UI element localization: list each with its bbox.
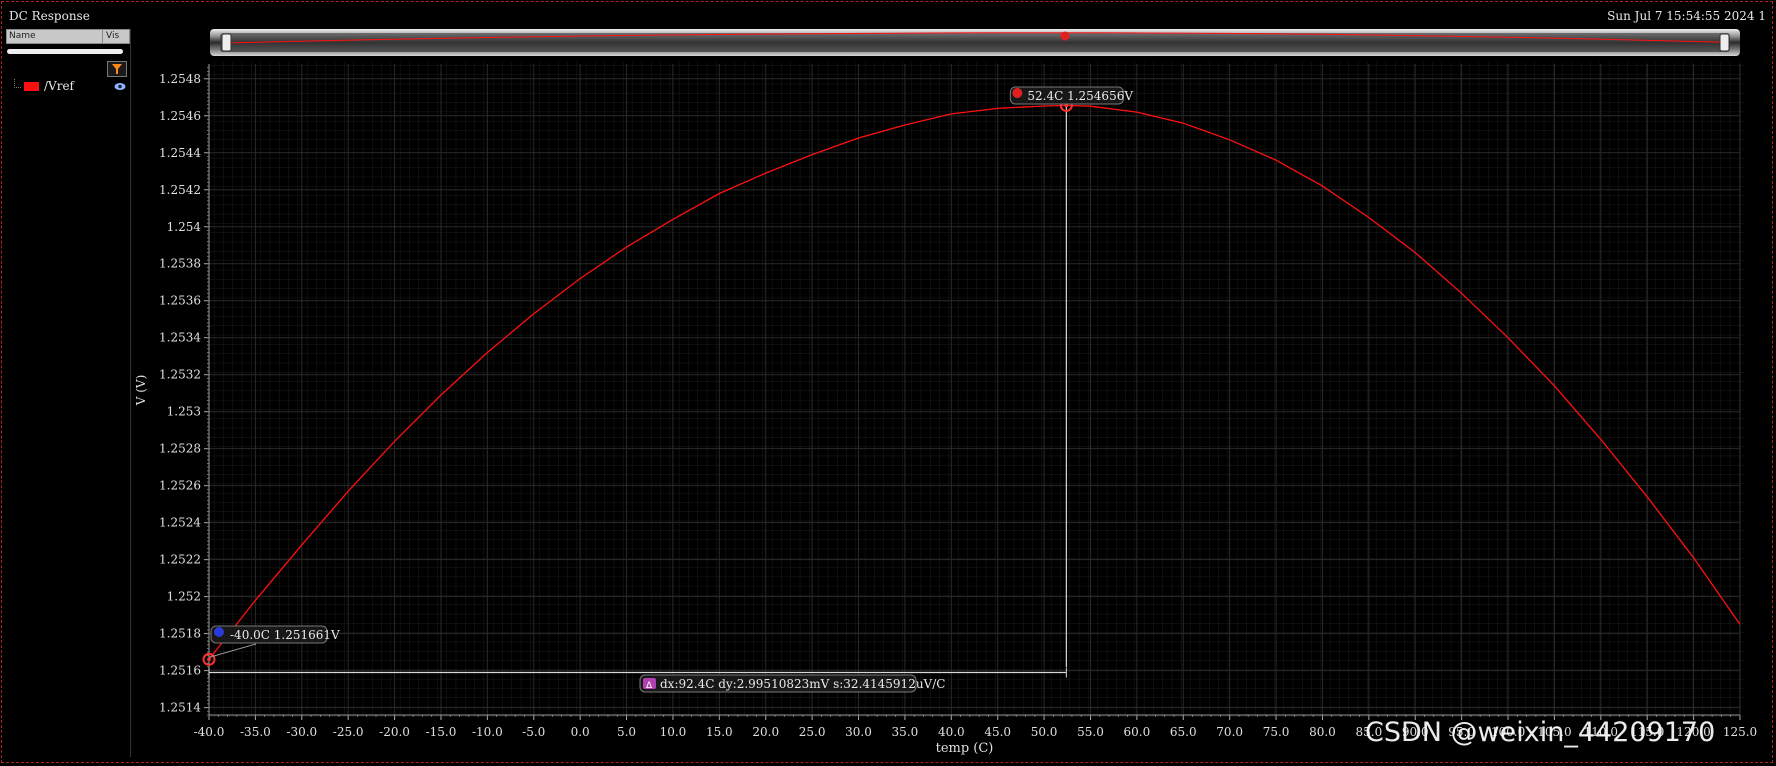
delta-label: dx:92.4C dy:2.99510823mV s:32.4145912uV/… xyxy=(660,677,945,691)
x-tick-label: 10.0 xyxy=(660,725,687,739)
y-tick-label: 1.2526 xyxy=(159,479,201,493)
y-axis-label: V (V) xyxy=(134,375,148,407)
x-tick-label: 65.0 xyxy=(1170,725,1197,739)
y-tick-label: 1.2532 xyxy=(159,368,201,382)
y-tick-label: 1.2518 xyxy=(159,627,201,641)
scroll-overview xyxy=(221,32,1730,52)
delta-symbol: Δ xyxy=(646,681,653,691)
minor-grid xyxy=(206,62,1744,717)
marker-a-badge xyxy=(1012,88,1023,98)
x-tick-label: 20.0 xyxy=(752,725,779,739)
marker-b-point-center xyxy=(207,657,211,662)
y-tick-labels: 1.2514 1.2516 1.2518 1.252 1.2522 1.2524 1.252… xyxy=(159,72,201,715)
y-tick-label: 1.2516 xyxy=(159,664,201,678)
y-tick-label: 1.2536 xyxy=(159,294,201,308)
x-tick-label: -25.0 xyxy=(333,725,364,739)
y-tick-label: 1.2534 xyxy=(159,331,201,345)
overview-trace xyxy=(225,32,1725,44)
y-tick-label: 1.2546 xyxy=(159,109,201,123)
marker-b-badge xyxy=(214,627,224,637)
x-tick-label: 70.0 xyxy=(1216,725,1243,739)
x-tick-label: 80.0 xyxy=(1309,725,1336,739)
marker-b-label: -40.0C 1.251661V xyxy=(230,628,340,642)
scroll-left-handle xyxy=(221,33,232,52)
x-tick-label: 125.0 xyxy=(1723,725,1757,739)
x-axis-label: temp (C) xyxy=(936,741,994,756)
y-tick-label: 1.2524 xyxy=(159,516,201,530)
x-tick-label: 5.0 xyxy=(617,725,636,739)
x-tick-label: 0.0 xyxy=(571,725,590,739)
x-tick-label: 55.0 xyxy=(1077,725,1104,739)
y-tick-label: 1.2548 xyxy=(159,72,201,86)
y-tick-label: 1.254 xyxy=(167,220,202,234)
scroll-right-handle xyxy=(1719,33,1730,52)
y-tick-label: 1.2538 xyxy=(159,257,201,271)
y-tick-label: 1.2528 xyxy=(159,442,201,456)
x-tick-label: -20.0 xyxy=(379,725,410,739)
y-tick-label: 1.2514 xyxy=(159,701,201,715)
x-tick-label: -5.0 xyxy=(522,725,545,739)
watermark: CSDN @weixin_44209170 xyxy=(1365,717,1716,748)
scroll-marker-a xyxy=(1060,31,1070,41)
x-tick-label: 25.0 xyxy=(799,725,826,739)
dc-response-chart[interactable]: -40.0 -35.0 -30.0 -25.0 -20.0 -15.0 -10.0 -5.0 0… xyxy=(0,0,1776,766)
x-tick-label: -10.0 xyxy=(472,725,503,739)
y-tick-label: 1.2542 xyxy=(159,183,201,197)
y-tick-label: 1.252 xyxy=(167,590,201,604)
x-tick-label: 50.0 xyxy=(1031,725,1058,739)
y-tick-label: 1.2544 xyxy=(159,146,201,160)
x-tick-label: -35.0 xyxy=(240,725,271,739)
x-tick-label: 15.0 xyxy=(706,725,733,739)
x-tick-label: 30.0 xyxy=(845,725,872,739)
x-tick-label: -40.0 xyxy=(194,725,225,739)
marker-a-label: 52.4C 1.254656V xyxy=(1027,89,1133,103)
x-tick-label: 40.0 xyxy=(938,725,965,739)
y-tick-label: 1.2522 xyxy=(159,553,201,567)
x-tick-label: 75.0 xyxy=(1263,725,1290,739)
x-tick-label: 60.0 xyxy=(1124,725,1151,739)
x-tick-label: 35.0 xyxy=(892,725,919,739)
x-tick-label: 45.0 xyxy=(984,725,1011,739)
x-tick-label: -30.0 xyxy=(286,725,317,739)
x-tick-label: -15.0 xyxy=(426,725,457,739)
y-tick-label: 1.253 xyxy=(167,405,201,419)
